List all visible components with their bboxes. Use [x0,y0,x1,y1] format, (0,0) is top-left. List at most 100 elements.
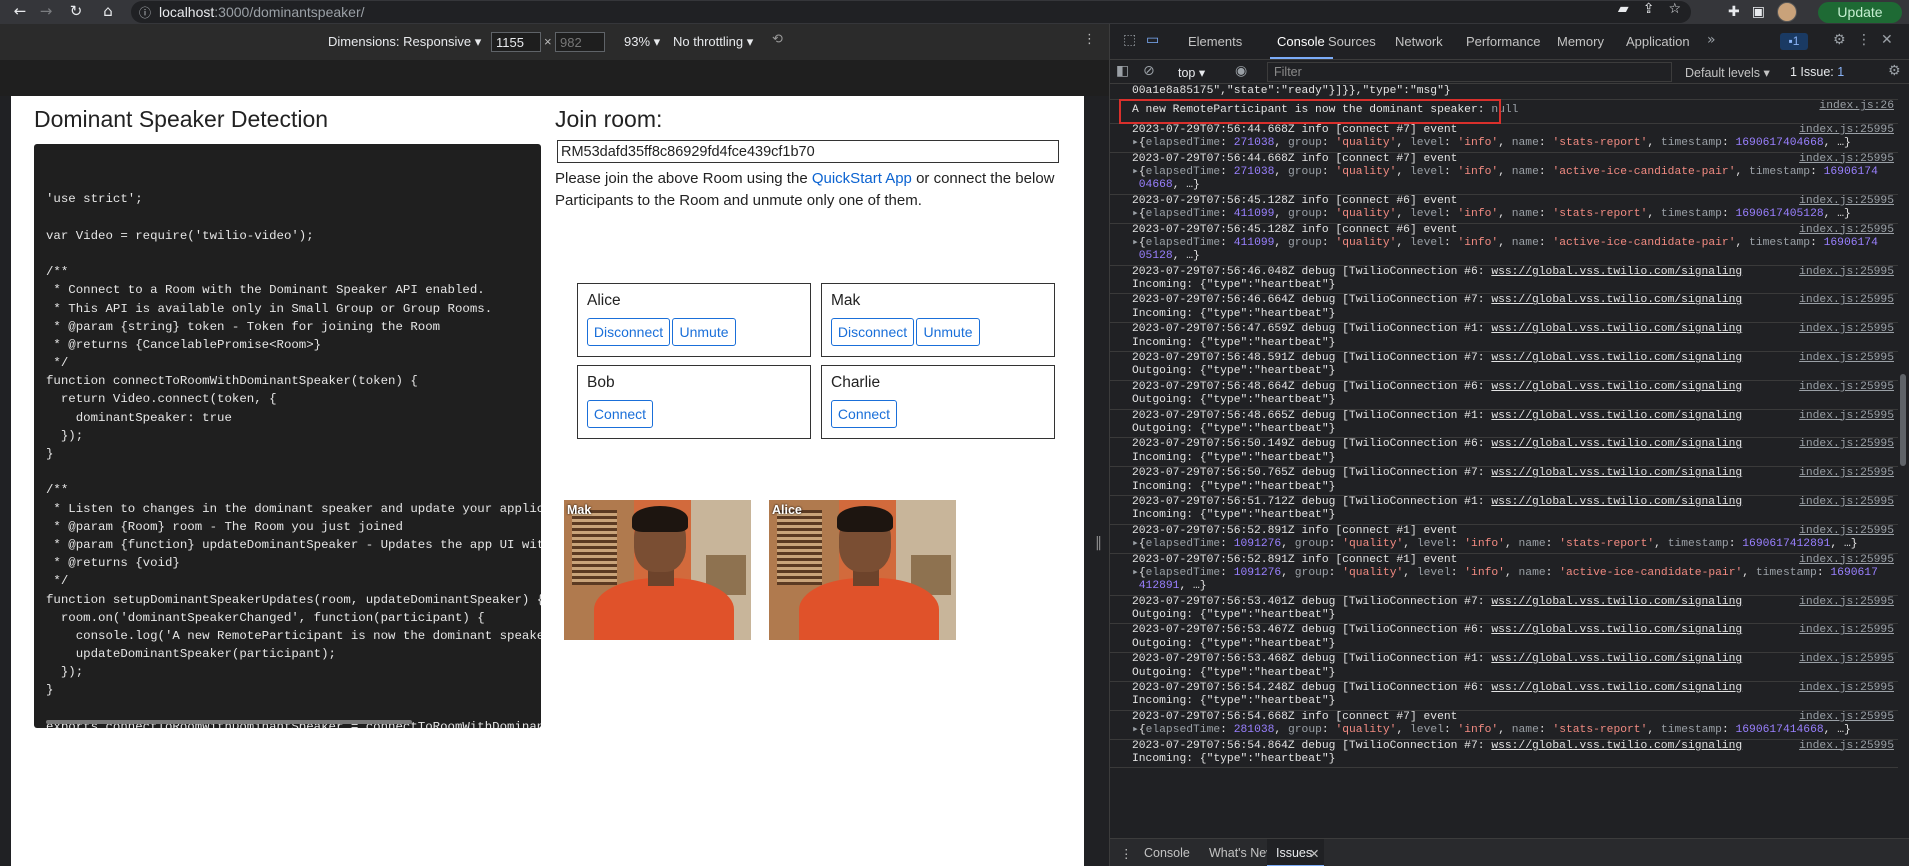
rotate-icon[interactable]: ⟲ [772,32,783,47]
signaling-link[interactable]: wss://global.vss.twilio.com/signaling [1491,624,1742,636]
quickstart-link[interactable]: QuickStart App [812,170,912,187]
disconnect-button[interactable]: Disconnect [587,318,670,346]
event-object[interactable]: ▸{elapsedTime: 271038, group: 'quality',… [1132,137,1898,150]
close-issues-tab-icon[interactable]: ✕ [1309,846,1319,861]
drawer-tab-whats-new[interactable]: What's New [1209,846,1275,860]
source-link[interactable]: index.js:25995 [1799,323,1894,336]
update-button[interactable]: Update [1818,2,1902,23]
signaling-link[interactable]: wss://global.vss.twilio.com/signaling [1491,410,1742,422]
extensions-icon[interactable]: ✚ [1728,4,1740,20]
unmute-button[interactable]: Unmute [916,318,980,346]
drawer-menu-icon[interactable]: ⋮ [1120,846,1133,861]
source-link[interactable]: index.js:25995 [1799,153,1894,166]
more-options-icon[interactable]: ⋮ [1083,32,1096,47]
source-link[interactable]: index.js:25995 [1799,467,1894,480]
camera-icon[interactable]: ▰ [1618,1,1629,17]
drawer-tab-console[interactable]: Console [1144,846,1190,860]
source-link[interactable]: index.js:25995 [1799,624,1894,637]
source-link[interactable]: index.js:25995 [1799,711,1894,724]
source-link[interactable]: index.js:25995 [1799,438,1894,451]
source-link[interactable]: index.js:25995 [1799,554,1894,567]
issues-badge[interactable]: ▪1 [1780,33,1808,50]
tab-performance[interactable]: Performance [1466,34,1540,49]
room-sid-input[interactable] [557,140,1059,163]
console-scrollbar[interactable] [1900,374,1906,466]
tab-elements[interactable]: Elements [1188,34,1242,49]
site-info-icon[interactable]: ⓘ [139,4,151,21]
inspect-element-icon[interactable]: ⬚ [1123,32,1136,48]
more-tabs-icon[interactable]: » [1707,32,1716,48]
side-panel-icon[interactable]: ▣ [1752,4,1765,20]
signaling-link[interactable]: wss://global.vss.twilio.com/signaling [1491,496,1742,508]
source-link[interactable]: index.js:25995 [1799,294,1894,307]
connect-button[interactable]: Connect [587,400,653,428]
signaling-link[interactable]: wss://global.vss.twilio.com/signaling [1491,352,1742,364]
back-icon[interactable]: ← [6,2,34,20]
tab-network[interactable]: Network [1395,34,1443,49]
signaling-link[interactable]: wss://global.vss.twilio.com/signaling [1491,323,1742,335]
source-link[interactable]: index.js:25995 [1799,525,1894,538]
home-icon[interactable]: ⌂ [94,2,122,20]
tab-application[interactable]: Application [1626,34,1690,49]
throttling-dropdown[interactable]: No throttling ▾ [673,34,753,50]
width-input[interactable] [491,32,541,52]
profile-avatar[interactable] [1776,2,1797,22]
issues-counter[interactable]: 1 Issue: 1 [1790,65,1844,79]
source-link[interactable]: index.js:25995 [1799,352,1894,365]
console-settings-icon[interactable]: ⚙ [1888,63,1901,79]
reload-icon[interactable]: ↻ [62,2,90,20]
tab-sources[interactable]: Sources [1328,34,1376,49]
signaling-link[interactable]: wss://global.vss.twilio.com/signaling [1491,596,1742,608]
event-object[interactable]: ▸{elapsedTime: 411099, group: 'quality',… [1132,208,1898,221]
signaling-link[interactable]: wss://global.vss.twilio.com/signaling [1491,381,1742,393]
event-object[interactable]: ▸{elapsedTime: 271038, group: 'quality',… [1132,166,1898,179]
event-object[interactable]: ▸{elapsedTime: 411099, group: 'quality',… [1132,237,1898,250]
drawer-tab-issues[interactable]: Issues [1276,846,1312,860]
context-selector[interactable]: top ▾ [1178,65,1205,80]
event-object[interactable]: ▸{elapsedTime: 1091276, group: 'quality'… [1132,567,1898,580]
code-scrollbar[interactable] [46,720,412,724]
signaling-link[interactable]: wss://global.vss.twilio.com/signaling [1491,740,1742,752]
source-link[interactable]: index.js:25995 [1799,124,1894,137]
source-link[interactable]: index.js:25995 [1799,496,1894,509]
signaling-link[interactable]: wss://global.vss.twilio.com/signaling [1491,294,1742,306]
signaling-link[interactable]: wss://global.vss.twilio.com/signaling [1491,266,1742,278]
signaling-link[interactable]: wss://global.vss.twilio.com/signaling [1491,653,1742,665]
share-icon[interactable]: ⇪ [1643,1,1655,17]
event-object[interactable]: ▸{elapsedTime: 281038, group: 'quality',… [1132,724,1898,737]
dimensions-dropdown[interactable]: Dimensions: Responsive ▾ [328,34,481,50]
signaling-link[interactable]: wss://global.vss.twilio.com/signaling [1491,682,1742,694]
resize-handle-icon[interactable]: ‖ [1095,535,1102,551]
bookmark-star-icon[interactable]: ☆ [1668,1,1681,17]
height-input[interactable] [555,32,605,52]
log-levels-dropdown[interactable]: Default levels ▾ [1685,65,1770,80]
tab-memory[interactable]: Memory [1557,34,1604,49]
tab-console[interactable]: Console [1277,34,1325,49]
source-link[interactable]: index.js:25995 [1799,596,1894,609]
source-link[interactable]: index.js:25995 [1799,195,1894,208]
devtools-more-icon[interactable]: ⋮ [1857,32,1871,48]
settings-gear-icon[interactable]: ⚙ [1833,32,1846,48]
source-link[interactable]: index.js:25995 [1799,266,1894,279]
live-expression-eye-icon[interactable]: ◉ [1235,63,1247,79]
console-filter-input[interactable]: Filter [1267,62,1672,82]
source-link[interactable]: index.js:25995 [1799,740,1894,753]
connect-button[interactable]: Connect [831,400,897,428]
source-link[interactable]: index.js:25995 [1799,682,1894,695]
source-link[interactable]: index.js:25995 [1799,653,1894,666]
disconnect-button[interactable]: Disconnect [831,318,914,346]
source-link[interactable]: index.js:26 [1819,100,1894,113]
signaling-link[interactable]: wss://global.vss.twilio.com/signaling [1491,438,1742,450]
source-link[interactable]: index.js:25995 [1799,410,1894,423]
forward-icon[interactable]: → [32,2,60,20]
device-toggle-icon[interactable]: ▭ [1146,32,1159,48]
zoom-dropdown[interactable]: 93% ▾ [624,34,660,50]
source-link[interactable]: index.js:25995 [1799,224,1894,237]
signaling-link[interactable]: wss://global.vss.twilio.com/signaling [1491,467,1742,479]
clear-console-icon[interactable]: ⊘ [1143,63,1155,79]
unmute-button[interactable]: Unmute [672,318,736,346]
close-devtools-icon[interactable]: ✕ [1881,32,1893,48]
event-object[interactable]: ▸{elapsedTime: 1091276, group: 'quality'… [1132,538,1898,551]
sidebar-toggle-icon[interactable]: ◧ [1116,63,1129,79]
source-link[interactable]: index.js:25995 [1799,381,1894,394]
